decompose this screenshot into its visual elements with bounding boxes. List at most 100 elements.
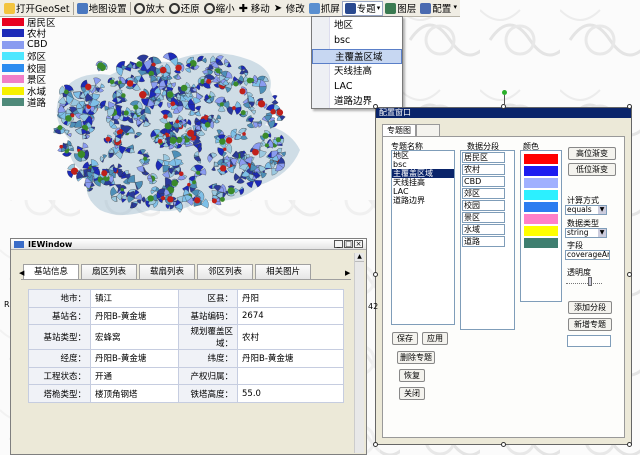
site-marker[interactable]: [175, 119, 180, 124]
site-marker[interactable]: [143, 156, 148, 161]
topic-list[interactable]: 地区 bsc 主覆盖区域 天线挂高 LAC 道路边界: [391, 150, 455, 325]
zoom-out-button[interactable]: 缩小: [202, 1, 237, 16]
minimize-icon[interactable]: _: [334, 240, 343, 248]
menu-item[interactable]: 地区: [312, 18, 402, 33]
menu-item[interactable]: LAC: [312, 79, 402, 94]
site-marker[interactable]: [126, 80, 134, 87]
menu-item[interactable]: bsc: [312, 33, 402, 48]
site-marker[interactable]: [194, 197, 201, 204]
pan-button[interactable]: ✚ 移动: [237, 1, 272, 16]
new-topic-button[interactable]: 新增专题: [568, 318, 612, 331]
site-marker[interactable]: [232, 106, 236, 110]
topic-list-item[interactable]: 道路边界: [392, 196, 454, 205]
resize-handle[interactable]: [373, 272, 378, 277]
map-settings-button[interactable]: 地图设置: [75, 1, 129, 16]
resize-handle[interactable]: [373, 104, 378, 109]
site-marker[interactable]: [139, 91, 147, 99]
site-marker[interactable]: [101, 170, 108, 177]
calc-method-select[interactable]: equals ▼: [565, 205, 607, 215]
site-marker[interactable]: [220, 196, 225, 202]
toolbar-overflow-icon[interactable]: ▾: [453, 3, 457, 11]
topic-list-item[interactable]: 主覆盖区域: [392, 169, 454, 178]
site-marker[interactable]: [77, 150, 86, 158]
site-marker[interactable]: [121, 93, 126, 98]
color-swatch[interactable]: [524, 154, 558, 164]
segment-field[interactable]: 水域: [462, 224, 505, 235]
site-marker[interactable]: [233, 81, 239, 87]
site-marker[interactable]: [206, 78, 212, 84]
field-input[interactable]: coverageArea: [565, 250, 610, 260]
opacity-slider-handle[interactable]: [588, 277, 592, 286]
resize-handle[interactable]: [501, 442, 506, 447]
color-swatch[interactable]: [524, 214, 558, 224]
color-swatch[interactable]: [524, 238, 558, 248]
site-marker[interactable]: [84, 83, 92, 91]
topic-list-item[interactable]: 地区: [392, 151, 454, 160]
segment-field[interactable]: 景区: [462, 212, 505, 223]
site-marker[interactable]: [276, 109, 284, 116]
ie-tab[interactable]: 相关图片: [255, 264, 312, 279]
config-button[interactable]: 配置: [418, 1, 453, 16]
site-marker[interactable]: [219, 165, 227, 172]
high-gradient-button[interactable]: 高位渐变: [568, 147, 616, 160]
site-marker[interactable]: [180, 84, 188, 92]
segment-field[interactable]: 郊区: [462, 188, 505, 199]
topic-list-item[interactable]: LAC: [392, 187, 454, 196]
site-marker[interactable]: [178, 171, 184, 177]
segment-field[interactable]: 校园: [462, 200, 505, 211]
color-list[interactable]: [520, 150, 562, 302]
data-type-select[interactable]: string ▼: [565, 228, 607, 238]
segment-field[interactable]: 道路: [462, 236, 505, 247]
zoom-in-button[interactable]: 放大: [132, 1, 167, 16]
site-marker[interactable]: [240, 110, 246, 116]
site-marker[interactable]: [195, 170, 201, 175]
site-marker[interactable]: [65, 115, 72, 122]
ie-tab[interactable]: 邻区列表: [197, 264, 254, 279]
layers-button[interactable]: 图层: [383, 1, 418, 16]
color-swatch[interactable]: [524, 202, 558, 212]
segment-list[interactable]: 居民区 农村 CBD 郊区 校园 景区 水域 道路: [460, 150, 515, 330]
restore-button[interactable]: 还原: [167, 1, 202, 16]
ie-tab[interactable]: 基站信息: [23, 264, 80, 279]
tabs-scroll-right-icon[interactable]: ▶: [345, 269, 350, 277]
screenshot-button[interactable]: 抓屏: [307, 1, 342, 16]
thematic-button[interactable]: 专题 ▾: [341, 0, 384, 16]
menu-item[interactable]: 天线挂高: [312, 64, 402, 79]
site-marker[interactable]: [59, 144, 64, 149]
resize-handle[interactable]: [373, 442, 378, 447]
site-marker[interactable]: [264, 143, 269, 148]
tab-thematic[interactable]: 专题图: [382, 124, 416, 136]
site-marker[interactable]: [219, 102, 224, 107]
color-swatch[interactable]: [524, 190, 558, 200]
add-segment-button[interactable]: 添加分段: [568, 301, 612, 314]
color-swatch[interactable]: [524, 178, 558, 188]
topic-list-item[interactable]: 天线挂高: [392, 178, 454, 187]
site-marker[interactable]: [262, 132, 269, 139]
site-marker[interactable]: [223, 147, 227, 151]
site-marker[interactable]: [239, 88, 246, 95]
site-marker[interactable]: [157, 139, 163, 144]
site-marker[interactable]: [160, 195, 166, 201]
apply-button[interactable]: 应用: [422, 332, 448, 345]
site-marker[interactable]: [249, 78, 255, 83]
low-gradient-button[interactable]: 低位渐变: [568, 163, 616, 176]
site-marker[interactable]: [109, 79, 115, 85]
tabs-scroll-left-icon[interactable]: ◀: [19, 269, 24, 277]
site-marker[interactable]: [242, 132, 246, 136]
resize-handle[interactable]: [627, 272, 632, 277]
site-marker[interactable]: [163, 114, 168, 119]
site-marker[interactable]: [136, 61, 143, 68]
site-marker[interactable]: [170, 101, 176, 107]
site-marker[interactable]: [171, 179, 179, 187]
delete-topic-button[interactable]: 删除专题: [397, 351, 435, 364]
maximize-icon[interactable]: □: [344, 240, 353, 248]
restore-config-button[interactable]: 恢复: [399, 369, 425, 382]
site-marker[interactable]: [133, 104, 139, 110]
site-marker[interactable]: [120, 187, 124, 192]
resize-handle[interactable]: [627, 104, 632, 109]
site-marker[interactable]: [167, 196, 174, 203]
site-marker[interactable]: [159, 66, 167, 74]
ie-tab[interactable]: 扇区列表: [81, 264, 138, 279]
close-icon[interactable]: ×: [354, 240, 363, 248]
site-marker[interactable]: [63, 89, 69, 95]
